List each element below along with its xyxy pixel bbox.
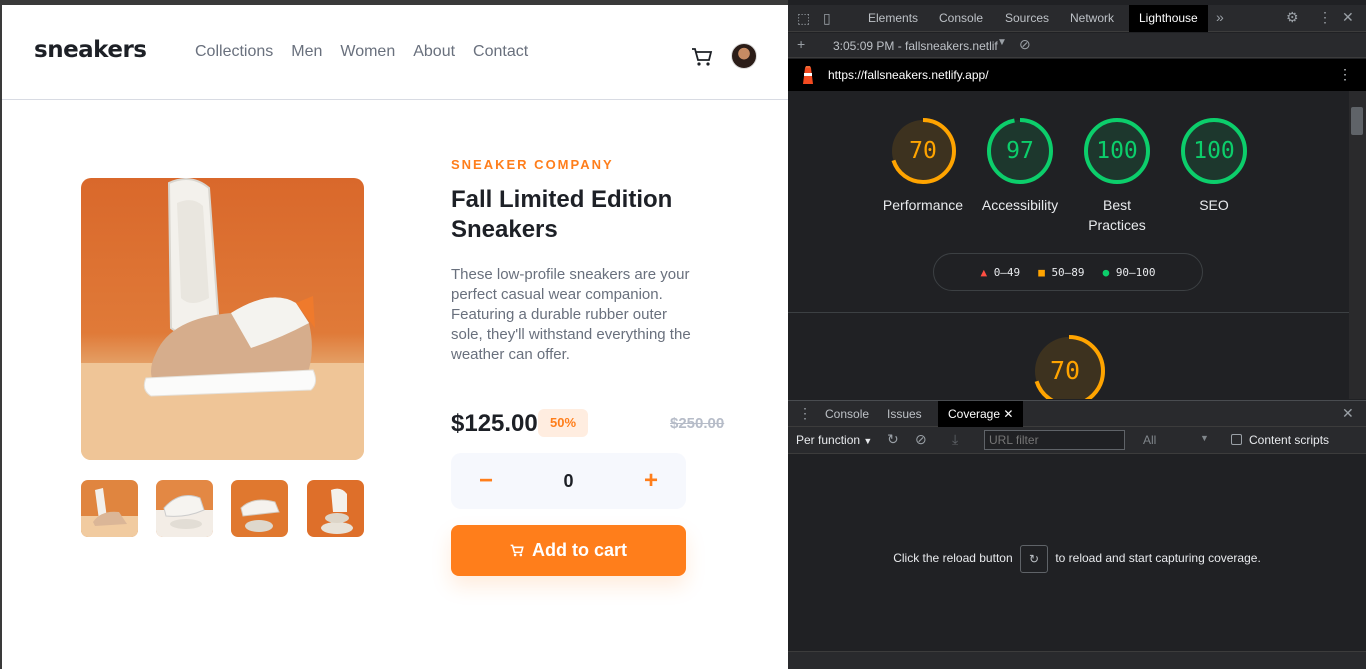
current-price: $125.00 bbox=[451, 410, 538, 437]
tab-sources[interactable]: Sources bbox=[1005, 5, 1049, 32]
close-tab-icon[interactable]: ✕ bbox=[1003, 407, 1013, 421]
drawer-tabbar: ⋮ Console Issues Coverage ✕ ✕ bbox=[788, 400, 1366, 428]
report-scrollbar-thumb[interactable] bbox=[1351, 107, 1363, 135]
coverage-empty-state: Click the reload button ↻ to reload and … bbox=[788, 455, 1366, 650]
report-scrollbar[interactable] bbox=[1349, 91, 1366, 399]
coverage-message: Click the reload button ↻ to reload and … bbox=[788, 545, 1366, 573]
report-divider bbox=[788, 312, 1349, 313]
content-scripts-checkbox[interactable] bbox=[1231, 434, 1242, 445]
lighthouse-report: 70 97 100 100 Performance Accessibility … bbox=[788, 91, 1349, 399]
legend-pass: ● 90–100 bbox=[1102, 265, 1156, 279]
report-select[interactable]: 3:05:09 PM - fallsneakers.netlif bbox=[833, 39, 998, 53]
score-accessibility[interactable]: 97 bbox=[986, 117, 1054, 185]
audited-url[interactable]: https://fallsneakers.netlify.app/ bbox=[828, 68, 989, 82]
coverage-toolbar: Per function ▼ ↻ ⊘ ⤓ All ▼ Content scrip… bbox=[788, 427, 1366, 454]
thumbnail-2[interactable] bbox=[156, 480, 213, 537]
lighthouse-url-bar: https://fallsneakers.netlify.app/ ⋮ bbox=[788, 59, 1366, 91]
clear-icon[interactable]: ⊘ bbox=[1019, 36, 1031, 53]
logo[interactable]: sneakers bbox=[34, 37, 147, 63]
quantity-value: 0 bbox=[563, 470, 574, 491]
label-seo: SEO bbox=[1199, 197, 1229, 213]
more-tabs-icon[interactable]: » bbox=[1216, 9, 1224, 25]
discount-badge: 50% bbox=[538, 409, 588, 437]
company-label: SNEAKER COMPANY bbox=[451, 157, 614, 172]
plus-icon[interactable]: + bbox=[797, 36, 805, 52]
reload-icon: ↻ bbox=[1028, 552, 1039, 566]
score-legend: ▲ 0–49 ■ 50–89 ● 90–100 bbox=[933, 253, 1203, 291]
more-options-icon[interactable]: ⋮ bbox=[1338, 66, 1352, 83]
clear-icon[interactable]: ⊘ bbox=[915, 431, 927, 448]
nav-about[interactable]: About bbox=[413, 43, 455, 61]
nav-men[interactable]: Men bbox=[291, 43, 322, 61]
chevron-down-icon[interactable]: ▼ bbox=[997, 37, 1007, 48]
add-to-cart-label: Add to cart bbox=[531, 540, 627, 560]
reload-icon[interactable]: ↻ bbox=[887, 431, 899, 448]
original-price: $250.00 bbox=[670, 415, 725, 432]
cart-icon bbox=[510, 544, 524, 557]
url-filter-input[interactable] bbox=[984, 430, 1125, 450]
devtools-panel: ⬚ ▯ Elements Console Sources Network Lig… bbox=[788, 0, 1366, 669]
performance-section-gauge[interactable]: 70 bbox=[1029, 335, 1101, 399]
gear-icon[interactable]: ⚙ bbox=[1286, 9, 1299, 26]
devtools-tabbar: ⬚ ▯ Elements Console Sources Network Lig… bbox=[788, 5, 1366, 32]
decrement-button[interactable]: − bbox=[479, 467, 493, 495]
product-description: These low-profile sneakers are your perf… bbox=[451, 266, 691, 363]
store-page: sneakers Collections Men Women About Con… bbox=[0, 0, 788, 669]
nav-collections[interactable]: Collections bbox=[195, 43, 273, 61]
product-main-image[interactable] bbox=[81, 178, 364, 460]
legend-fail: ▲ 0–49 bbox=[980, 265, 1021, 279]
label-accessibility: Accessibility bbox=[981, 197, 1059, 213]
tab-network[interactable]: Network bbox=[1070, 5, 1114, 32]
square-icon: ■ bbox=[1038, 265, 1045, 279]
nav-women[interactable]: Women bbox=[340, 43, 395, 61]
more-options-icon[interactable]: ⋮ bbox=[1318, 9, 1332, 26]
coverage-mode-select[interactable]: Per function ▼ bbox=[796, 433, 872, 447]
content-scripts-label: Content scripts bbox=[1249, 433, 1330, 447]
drawer-footer bbox=[788, 651, 1366, 669]
inspect-element-icon[interactable]: ⬚ bbox=[797, 10, 810, 27]
lighthouse-toolbar: + 3:05:09 PM - fallsneakers.netlif ▼ ⊘ bbox=[788, 33, 1366, 58]
chevron-down-icon: ▼ bbox=[863, 436, 873, 446]
nav-contact[interactable]: Contact bbox=[473, 43, 528, 61]
score-performance[interactable]: 70 bbox=[889, 117, 957, 185]
label-performance: Performance bbox=[882, 197, 964, 213]
drawer-tab-console[interactable]: Console bbox=[825, 401, 869, 428]
tab-console[interactable]: Console bbox=[939, 5, 983, 32]
product-title: Fall Limited Edition Sneakers bbox=[451, 186, 673, 243]
score-seo[interactable]: 100 bbox=[1180, 117, 1248, 185]
triangle-icon: ▲ bbox=[980, 265, 988, 279]
device-toolbar-icon[interactable]: ▯ bbox=[823, 10, 831, 27]
lighthouse-logo-icon bbox=[803, 66, 813, 84]
close-icon[interactable]: ✕ bbox=[1342, 9, 1354, 26]
chevron-down-icon[interactable]: ▼ bbox=[1200, 433, 1209, 443]
thumbnail-1[interactable] bbox=[81, 480, 138, 537]
drawer-tab-coverage[interactable]: Coverage ✕ bbox=[938, 401, 1024, 428]
type-filter-select[interactable]: All bbox=[1143, 433, 1156, 447]
cart-icon[interactable] bbox=[691, 47, 713, 67]
drawer-menu-icon[interactable]: ⋮ bbox=[798, 405, 812, 422]
export-icon[interactable]: ⤓ bbox=[952, 431, 958, 448]
thumbnail-4[interactable] bbox=[307, 480, 364, 537]
circle-icon: ● bbox=[1102, 265, 1110, 279]
legend-average: ■ 50–89 bbox=[1038, 265, 1085, 279]
reload-button[interactable]: ↻ bbox=[1019, 545, 1048, 573]
header-divider bbox=[2, 99, 788, 100]
close-drawer-icon[interactable]: ✕ bbox=[1342, 405, 1354, 422]
label-best-practices: Best Practices bbox=[1088, 197, 1146, 233]
add-to-cart-button[interactable]: Add to cart bbox=[451, 525, 686, 576]
tab-elements[interactable]: Elements bbox=[868, 5, 918, 32]
increment-button[interactable]: + bbox=[644, 467, 658, 495]
tab-lighthouse[interactable]: Lighthouse bbox=[1129, 5, 1208, 32]
main-nav: Collections Men Women About Contact bbox=[195, 43, 528, 61]
thumbnail-3[interactable] bbox=[231, 480, 288, 537]
quantity-stepper: − 0 + bbox=[451, 453, 686, 509]
drawer-tab-issues[interactable]: Issues bbox=[887, 401, 922, 428]
avatar[interactable] bbox=[731, 43, 757, 69]
score-best-practices[interactable]: 100 bbox=[1083, 117, 1151, 185]
